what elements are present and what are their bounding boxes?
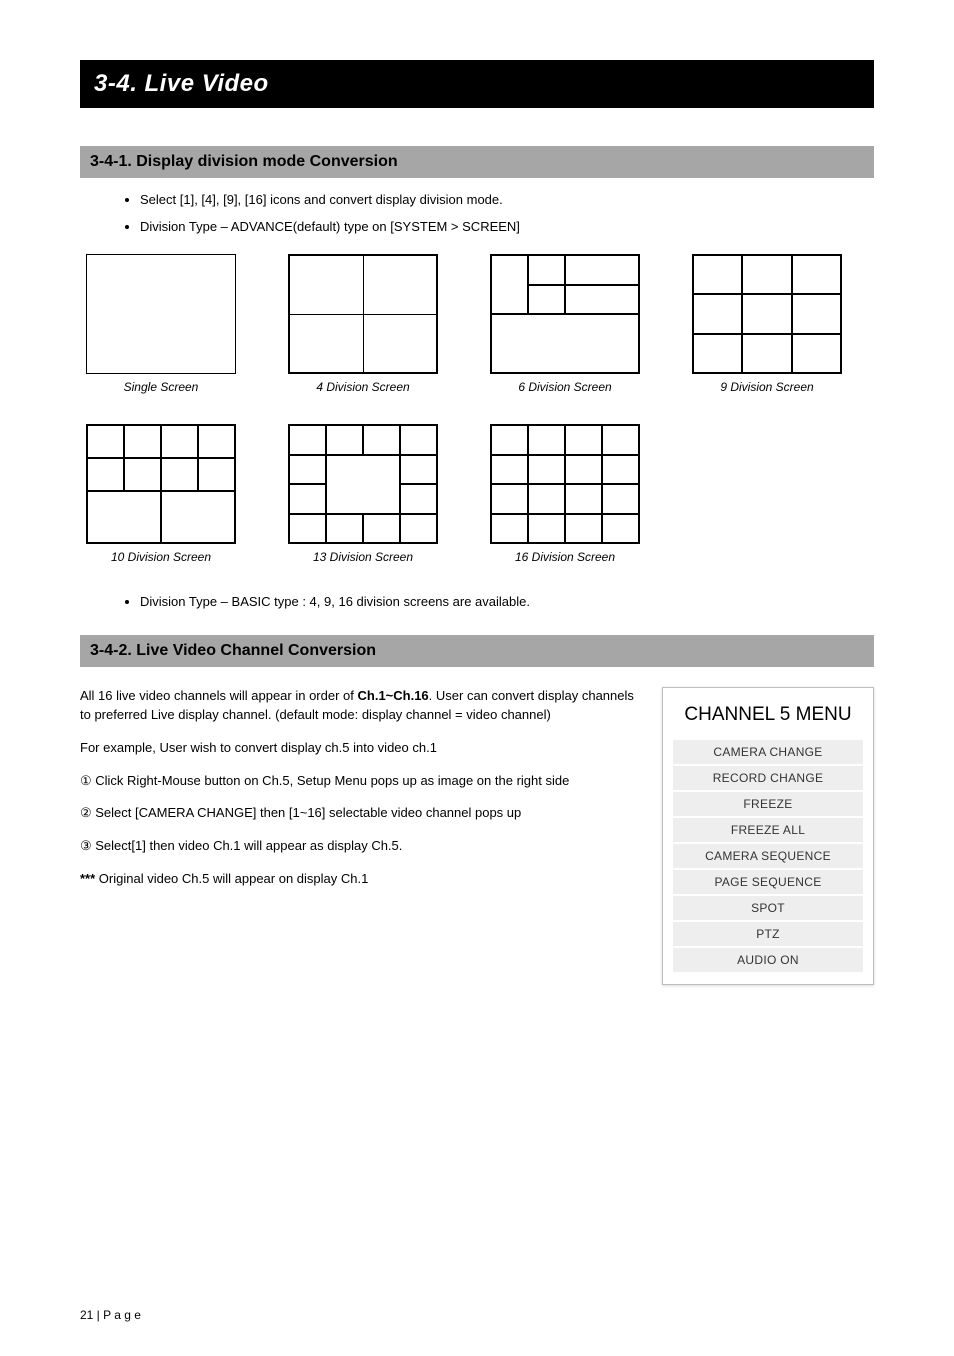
menu-item-ptz[interactable]: PTZ — [673, 922, 863, 946]
menu-item-audio-on[interactable]: AUDIO ON — [673, 948, 863, 972]
channel-menu-title: CHANNEL 5 MENU — [669, 696, 867, 738]
body-p1b: Ch.1~Ch.16 — [358, 688, 429, 703]
layout-row-1: Single Screen 4 Division Screen 6 Divisi… — [86, 254, 874, 394]
chapter-title: 3-4. Live Video — [80, 60, 874, 108]
note-label: *** — [80, 871, 99, 886]
layout-single: Single Screen — [86, 254, 236, 394]
menu-item-camera-change[interactable]: CAMERA CHANGE — [673, 740, 863, 764]
body-text: All 16 live video channels will appear i… — [80, 687, 640, 985]
layout-13div: 13 Division Screen — [288, 424, 438, 564]
section-heading-2: 3-4-2. Live Video Channel Conversion — [80, 635, 874, 667]
layout-6div: 6 Division Screen — [490, 254, 640, 394]
channel-menu-card: CHANNEL 5 MENU CAMERA CHANGE RECORD CHAN… — [662, 687, 874, 985]
menu-item-record-change[interactable]: RECORD CHANGE — [673, 766, 863, 790]
bullet-list-a: Select [1], [4], [9], [16] icons and con… — [140, 192, 874, 234]
layout-16div: 16 Division Screen — [490, 424, 640, 564]
bullet-item: Select [1], [4], [9], [16] icons and con… — [140, 192, 874, 207]
step-2: ② Select [CAMERA CHANGE] then [1~16] sel… — [80, 804, 640, 823]
layout-label: 16 Division Screen — [490, 550, 640, 564]
note-text: Original video Ch.5 will appear on displ… — [99, 871, 369, 886]
menu-item-camera-sequence[interactable]: CAMERA SEQUENCE — [673, 844, 863, 868]
step-3: ③ Select[1] then video Ch.1 will appear … — [80, 837, 640, 856]
body-p1a: All 16 live video channels will appear i… — [80, 688, 358, 703]
layout-label: 6 Division Screen — [490, 380, 640, 394]
bullet-item: Division Type – BASIC type : 4, 9, 16 di… — [140, 594, 874, 609]
menu-item-page-sequence[interactable]: PAGE SEQUENCE — [673, 870, 863, 894]
layout-label: 13 Division Screen — [288, 550, 438, 564]
bullet-item: Division Type – ADVANCE(default) type on… — [140, 219, 874, 234]
layout-row-2: 10 Division Screen 13 Division Screen 16… — [86, 424, 874, 564]
menu-item-spot[interactable]: SPOT — [673, 896, 863, 920]
layout-label: Single Screen — [86, 380, 236, 394]
layout-10div: 10 Division Screen — [86, 424, 236, 564]
layout-label: 4 Division Screen — [288, 380, 438, 394]
layout-4div: 4 Division Screen — [288, 254, 438, 394]
layout-label: 10 Division Screen — [86, 550, 236, 564]
layout-9div: 9 Division Screen — [692, 254, 842, 394]
body-p2: For example, User wish to convert displa… — [80, 739, 640, 758]
menu-item-freeze[interactable]: FREEZE — [673, 792, 863, 816]
step-1: ① Click Right-Mouse button on Ch.5, Setu… — [80, 772, 640, 791]
section-heading-1: 3-4-1. Display division mode Conversion — [80, 146, 874, 178]
page-footer: 21 | P a g e — [80, 1308, 141, 1322]
layout-label: 9 Division Screen — [692, 380, 842, 394]
menu-item-freeze-all[interactable]: FREEZE ALL — [673, 818, 863, 842]
bullet-list-b: Division Type – BASIC type : 4, 9, 16 di… — [140, 594, 874, 609]
